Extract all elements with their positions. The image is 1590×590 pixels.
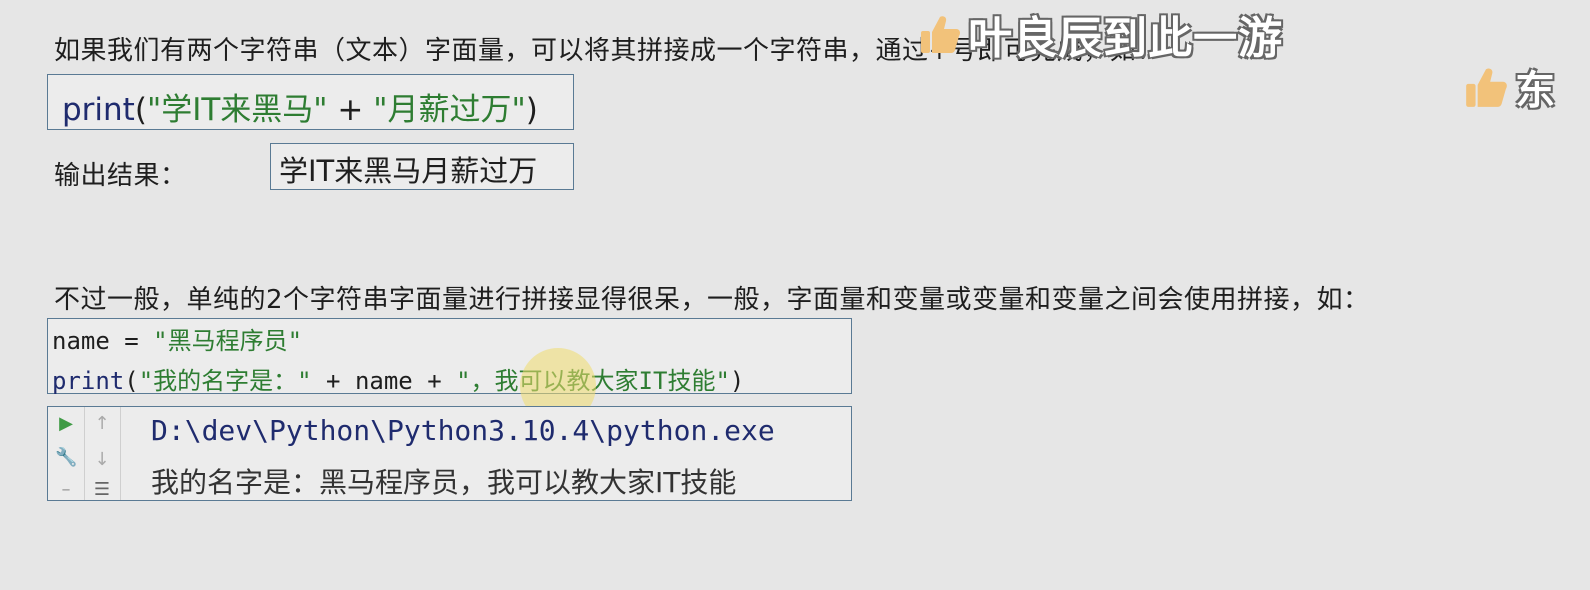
down-arrow-icon[interactable]: ↓ <box>92 449 112 470</box>
watermark-text-2: 东 <box>1515 68 1556 114</box>
minus-icon[interactable]: – <box>56 479 76 500</box>
thumbs-up-icon <box>921 16 960 53</box>
code-string-2: "月薪过万" <box>373 92 526 128</box>
code-string-prefix: "我的名字是：" <box>138 367 312 395</box>
code-paren-close: ) <box>729 367 745 395</box>
code-plus: + <box>327 92 374 128</box>
second-paragraph: 不过一般，单纯的2个字符串字面量进行拼接显得很呆，一般，字面量和变量或变量和变量… <box>54 285 1370 315</box>
console-output-line: 我的名字是：黑马程序员，我可以教大家IT技能 <box>151 466 737 499</box>
console-interpreter-path: D:\dev\Python\Python3.10.4\python.exe <box>151 414 775 447</box>
watermark-overlay: 叶良辰到此一游 <box>917 2 1283 66</box>
code-string-name: "黑马程序员" <box>153 327 303 355</box>
watermark-text: 叶良辰到此一游 <box>968 13 1284 64</box>
code-keyword-print: print <box>62 92 135 128</box>
code-keyword-print: print <box>52 367 125 395</box>
wrench-icon[interactable]: 🔧 <box>55 447 77 468</box>
output-label: 输出结果： <box>54 161 187 191</box>
run-console-panel: ▶ 🔧 – ↑ ↓ ☰ D:\dev\Python\Python3.10.4\p… <box>47 406 852 501</box>
code-paren-close: ) <box>525 92 538 128</box>
output-result-box: 学IT来黑马月薪过万 <box>270 143 574 190</box>
code-concat-name: + name + <box>311 367 457 395</box>
code-line-1: name = "黑马程序员" <box>52 321 302 356</box>
up-arrow-icon[interactable]: ↑ <box>92 413 112 434</box>
code-paren-open: ( <box>124 367 139 395</box>
console-toolbar-left: ▶ 🔧 – <box>48 407 85 500</box>
console-toolbar-right: ↑ ↓ ☰ <box>84 407 121 500</box>
thumbs-up-icon <box>1466 68 1507 107</box>
code-string-1: "学IT来黑马" <box>146 92 328 128</box>
code-paren-open: ( <box>134 92 147 128</box>
code-block-variable-concat: name = "黑马程序员" print("我的名字是：" + name + "… <box>47 318 852 396</box>
soft-wrap-icon[interactable]: ☰ <box>92 479 112 500</box>
code-variable-assign: name = <box>52 327 154 355</box>
code-line-2: print("我的名字是：" + name + "，我可以教大家IT技能") <box>52 361 744 396</box>
run-icon[interactable]: ▶ <box>56 413 76 434</box>
code-block-print-concat: print("学IT来黑马" + "月薪过万") <box>47 74 574 130</box>
watermark-overlay-2: 东 <box>1462 58 1555 116</box>
